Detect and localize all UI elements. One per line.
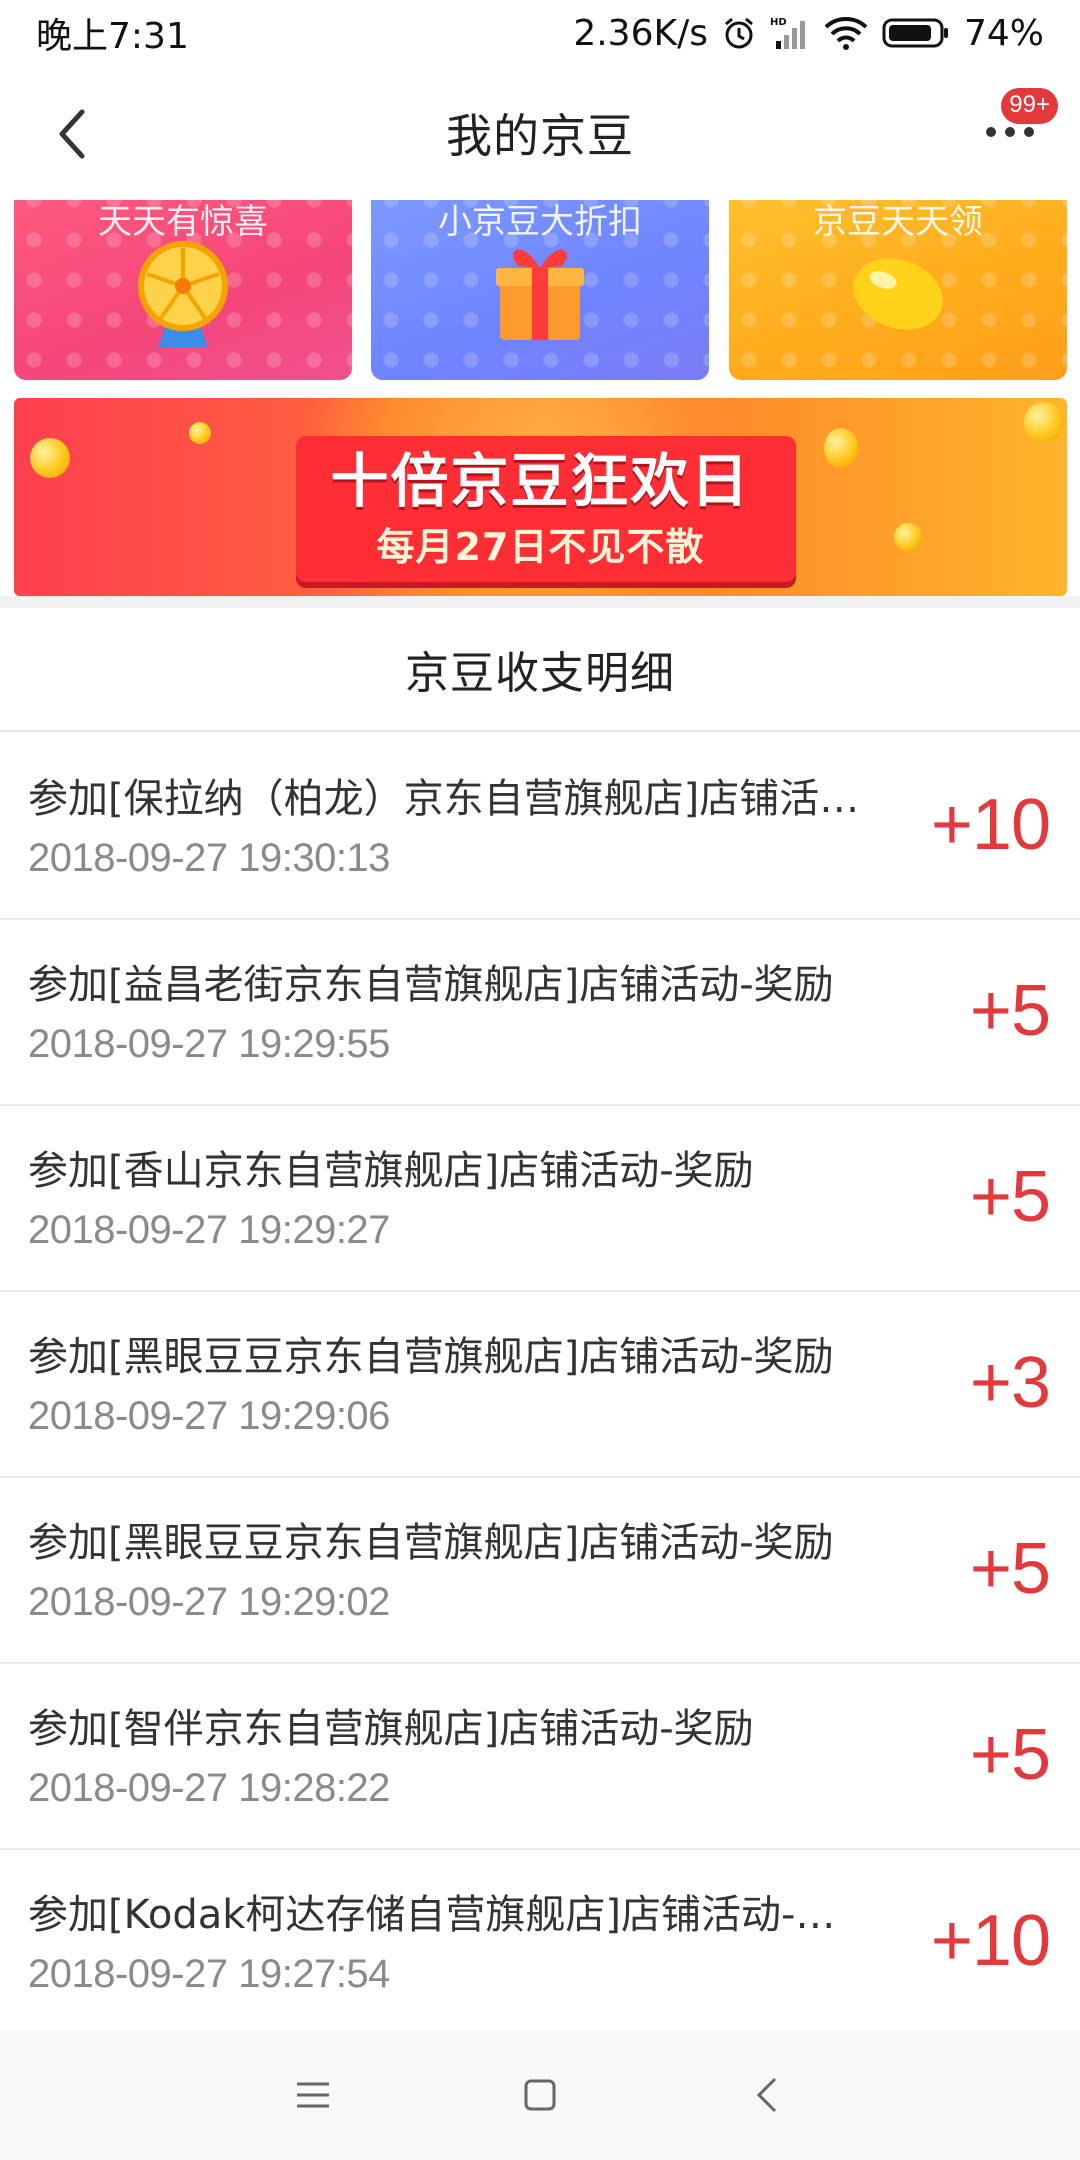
wheel-icon — [138, 241, 228, 348]
transaction-amount: +3 — [969, 1343, 1051, 1423]
transaction-time: 2018-09-27 19:29:06 — [28, 1394, 390, 1438]
transaction-desc: 参加[黑眼豆豆京东自营旗舰店]店铺活动-奖励 — [28, 1520, 834, 1566]
list-item[interactable]: 参加[黑眼豆豆京东自营旗舰店]店铺活动-奖励 2018-09-27 19:29:… — [0, 1292, 1080, 1478]
list-item[interactable]: 参加[黑眼豆豆京东自营旗舰店]店铺活动-奖励 2018-09-27 19:29:… — [0, 1478, 1080, 1664]
battery-percent: 74% — [963, 12, 1044, 54]
back-icon — [756, 2077, 776, 2113]
promo-banner[interactable]: 十倍京豆狂欢日 每月27日不见不散 — [14, 398, 1067, 596]
back-button[interactable] — [42, 104, 102, 164]
alarm-icon — [722, 16, 756, 50]
transaction-list: 参加[保拉纳（柏龙）京东自营旗舰店]店铺活… 2018-09-27 19:30:… — [0, 734, 1080, 2036]
section-divider — [0, 596, 1080, 608]
nav-bar: 我的京豆 99+ — [0, 66, 1080, 200]
page-title: 我的京豆 — [446, 109, 634, 163]
transaction-desc: 参加[益昌老街京东自营旗舰店]店铺活动-奖励 — [28, 962, 834, 1008]
home-square-icon — [524, 2079, 556, 2111]
list-item[interactable]: 参加[智伴京东自营旗舰店]店铺活动-奖励 2018-09-27 19:28:22… — [0, 1664, 1080, 1850]
transaction-amount: +5 — [969, 971, 1051, 1051]
gift-box-icon — [496, 249, 584, 340]
list-item[interactable]: 参加[保拉纳（柏龙）京东自营旗舰店]店铺活… 2018-09-27 19:30:… — [0, 734, 1080, 920]
list-item[interactable]: 参加[香山京东自营旗舰店]店铺活动-奖励 2018-09-27 19:29:27… — [0, 1106, 1080, 1292]
promo-card-title: 天天有惊喜 — [98, 202, 268, 242]
battery-icon — [882, 17, 950, 49]
transaction-time: 2018-09-27 19:29:55 — [28, 1022, 390, 1066]
promo-cards: 天天有惊喜 小京豆大折扣 京豆天天领 — [0, 200, 1080, 382]
network-speed: 2.36K/s — [573, 12, 708, 54]
transaction-amount: +5 — [969, 1529, 1051, 1609]
wifi-icon — [824, 16, 868, 50]
banner-subtitle: 每月27日不见不散 — [376, 525, 705, 569]
transaction-time: 2018-09-27 19:30:13 — [28, 836, 390, 880]
transaction-amount: +5 — [969, 1715, 1051, 1795]
transaction-desc: 参加[黑眼豆豆京东自营旗舰店]店铺活动-奖励 — [28, 1334, 834, 1380]
transaction-desc: 参加[香山京东自营旗舰店]店铺活动-奖励 — [28, 1148, 754, 1194]
transaction-time: 2018-09-27 19:29:27 — [28, 1208, 390, 1252]
menu-button[interactable] — [278, 2060, 348, 2130]
transaction-amount: +10 — [930, 785, 1051, 865]
status-right: 2.36K/s HD 74% — [573, 13, 1044, 54]
svg-text:HD: HD — [770, 17, 787, 28]
promo-card-title: 京豆天天领 — [813, 202, 983, 242]
transaction-time: 2018-09-27 19:28:22 — [28, 1766, 390, 1810]
menu-icon — [297, 2082, 330, 2108]
transaction-desc: 参加[Kodak柯达存储自营旗舰店]店铺活动-… — [28, 1892, 836, 1938]
system-back-button[interactable] — [732, 2060, 802, 2130]
more-dots-icon — [986, 127, 1034, 137]
section-header: 京豆收支明细 — [0, 608, 1080, 732]
status-bar: 晚上7:31 2.36K/s HD 74% — [0, 0, 1080, 66]
promo-card-daily[interactable]: 京豆天天领 — [729, 200, 1067, 380]
transaction-time: 2018-09-27 19:27:54 — [28, 1952, 390, 1996]
bean-icon — [853, 258, 943, 330]
list-item[interactable]: 参加[益昌老街京东自营旗舰店]店铺活动-奖励 2018-09-27 19:29:… — [0, 920, 1080, 1106]
status-time: 晚上7:31 — [36, 16, 189, 57]
transaction-time: 2018-09-27 19:29:02 — [28, 1580, 390, 1624]
hd-signal-icon: HD — [770, 15, 810, 51]
notification-badge: 99+ — [1001, 88, 1058, 124]
transaction-amount: +10 — [930, 1901, 1051, 1981]
promo-card-title: 小京豆大折扣 — [438, 202, 642, 242]
system-nav-bar — [0, 2030, 1080, 2160]
more-button[interactable]: 99+ — [970, 88, 1058, 162]
promo-card-surprise[interactable]: 天天有惊喜 — [14, 200, 352, 380]
home-button[interactable] — [505, 2060, 575, 2130]
promo-card-discount[interactable]: 小京豆大折扣 — [371, 200, 709, 380]
section-title: 京豆收支明细 — [405, 648, 675, 699]
transaction-desc: 参加[智伴京东自营旗舰店]店铺活动-奖励 — [28, 1706, 754, 1752]
list-item[interactable]: 参加[Kodak柯达存储自营旗舰店]店铺活动-… 2018-09-27 19:2… — [0, 1850, 1080, 2036]
transaction-amount: +5 — [969, 1157, 1051, 1237]
banner-title: 十倍京豆狂欢日 — [330, 447, 751, 515]
transaction-desc: 参加[保拉纳（柏龙）京东自营旗舰店]店铺活… — [28, 776, 860, 822]
chevron-left-icon — [59, 109, 85, 159]
